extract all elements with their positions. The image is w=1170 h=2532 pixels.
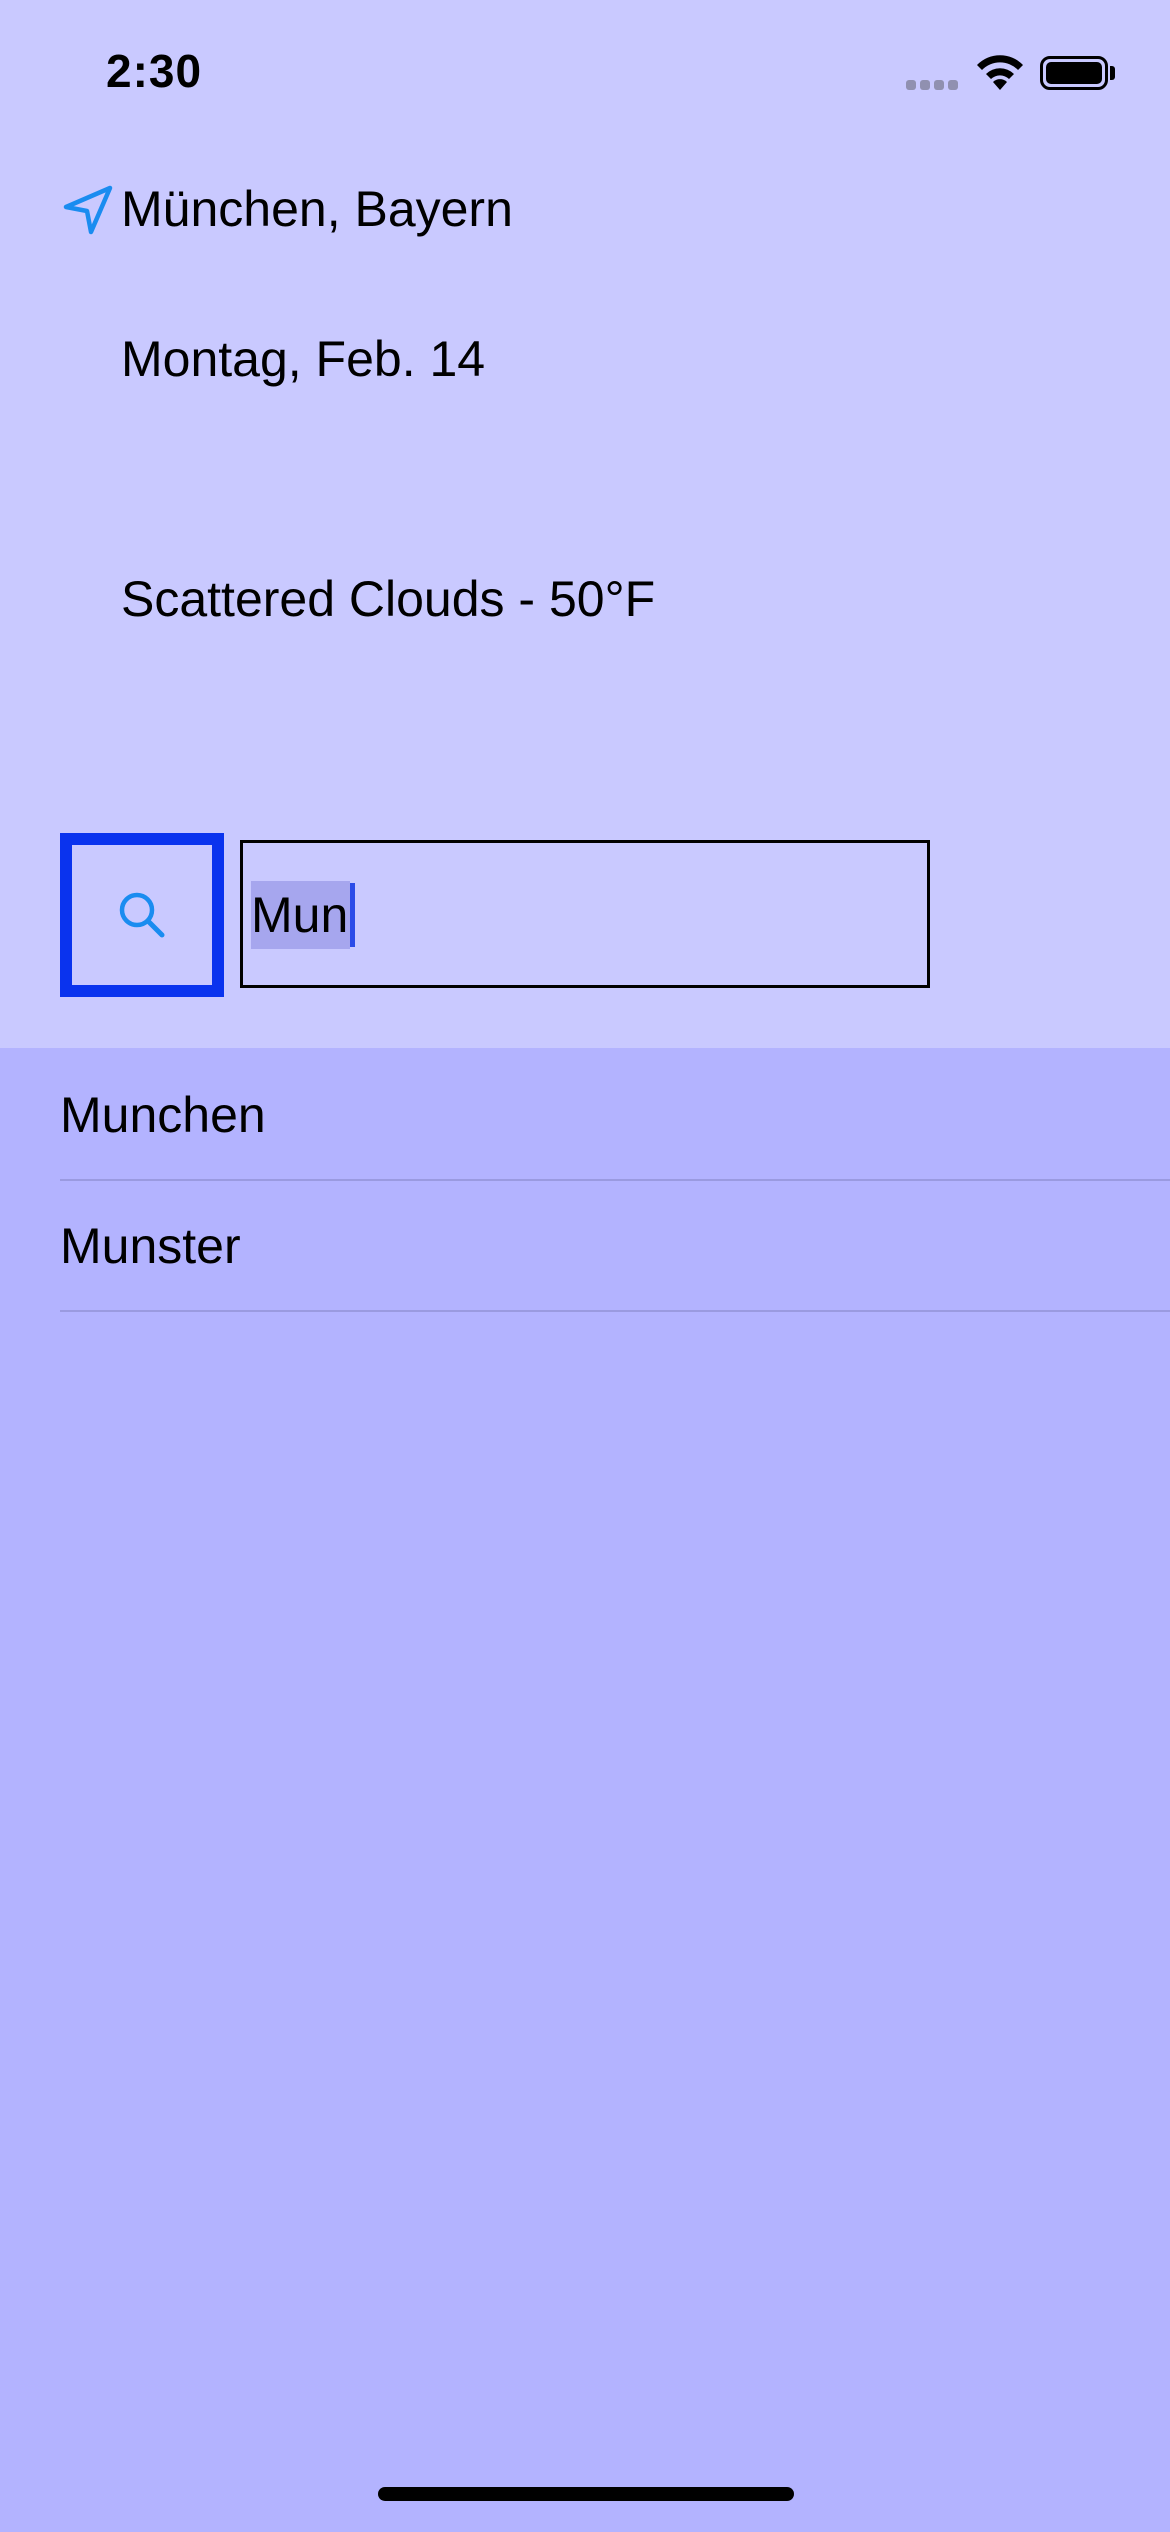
list-item[interactable]: Munster — [60, 1181, 1170, 1312]
search-button[interactable] — [60, 833, 224, 997]
cellular-signal-icon — [906, 80, 960, 92]
city-results-list: Munchen Munster — [60, 1050, 1170, 1312]
text-cursor — [350, 883, 355, 947]
battery-icon — [1040, 56, 1108, 90]
weather-summary: Scattered Clouds - 50°F — [121, 571, 656, 627]
home-indicator[interactable] — [378, 2487, 794, 2501]
search-input[interactable]: Mun — [240, 840, 930, 988]
search-icon — [119, 892, 165, 938]
location-label: München, Bayern — [121, 181, 513, 237]
list-item[interactable]: Munchen — [60, 1050, 1170, 1181]
location-arrow-icon — [63, 185, 113, 235]
list-item-label: Munster — [60, 1218, 241, 1274]
battery-cap — [1110, 66, 1115, 80]
list-item-label: Munchen — [60, 1087, 266, 1143]
status-time: 2:30 — [106, 45, 203, 97]
wifi-icon — [977, 55, 1023, 90]
search-query-text: Mun — [251, 881, 351, 949]
date-label: Montag, Feb. 14 — [121, 331, 486, 387]
